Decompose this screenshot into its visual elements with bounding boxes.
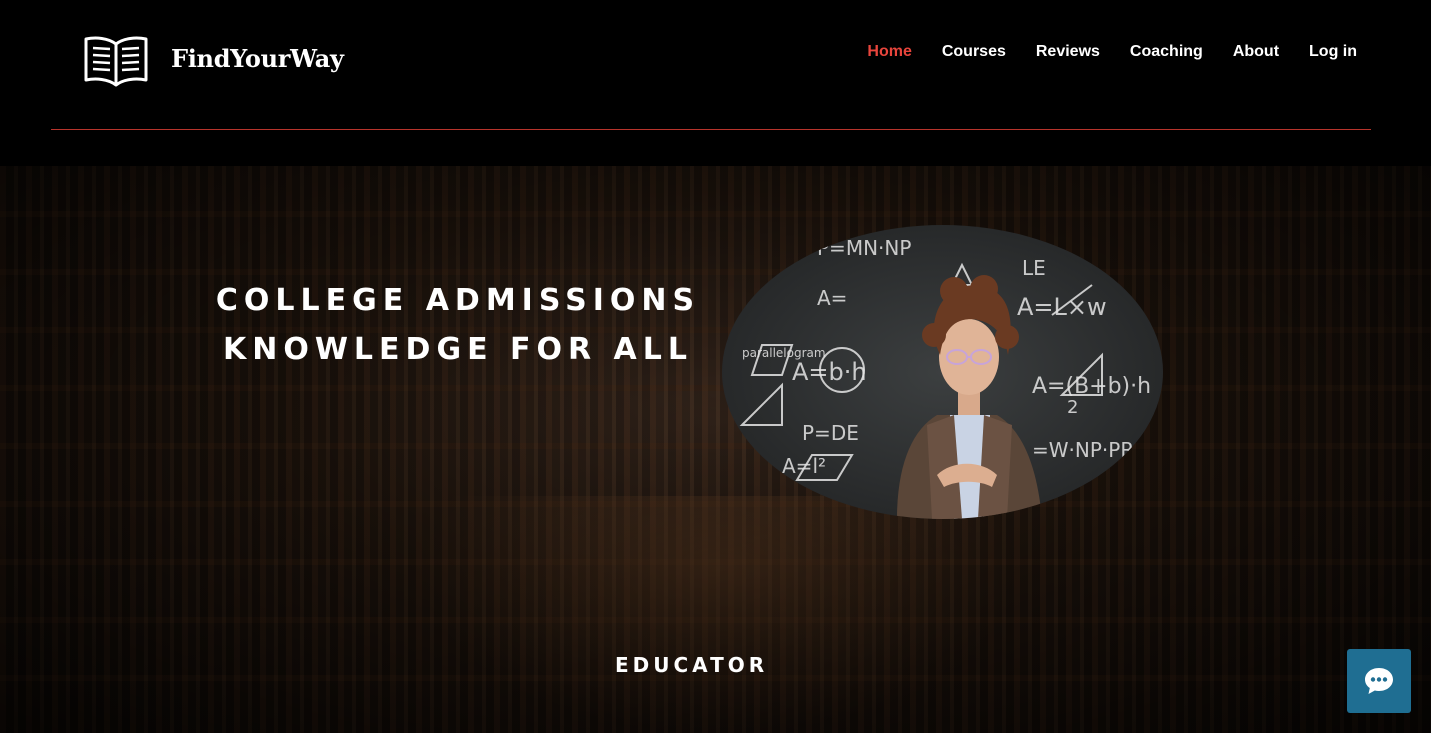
hero-subheading: EDUCATOR — [615, 653, 769, 677]
site-header: FindYourWay Home Courses Reviews Coachin… — [0, 0, 1431, 166]
svg-text:A=l²: A=l² — [782, 454, 826, 478]
svg-text:=W·NP·PR: =W·NP·PR — [1032, 438, 1134, 462]
headline-line-2: KNOWLEDGE FOR ALL — [222, 332, 693, 367]
svg-text:LE: LE — [1022, 256, 1046, 280]
brand-name[interactable]: FindYourWay — [171, 44, 344, 73]
chat-bubble-icon — [1365, 668, 1393, 694]
svg-text:2: 2 — [1067, 397, 1078, 418]
svg-text:A=(B+b)·h: A=(B+b)·h — [1032, 374, 1151, 399]
logo[interactable]: FindYourWay — [82, 34, 344, 88]
chat-widget-button[interactable] — [1347, 649, 1411, 713]
headline-line-1: COLLEGE ADMISSIONS — [215, 283, 701, 318]
svg-text:A=b·h: A=b·h — [792, 358, 867, 386]
nav-login[interactable]: Log in — [1309, 43, 1357, 61]
nav-coaching[interactable]: Coaching — [1130, 43, 1203, 61]
nav-home[interactable]: Home — [867, 43, 911, 61]
educator-at-chalkboard-image: P=MN·NP A= A=b·h parallelogram P=DE A=l²… — [722, 225, 1163, 519]
svg-text:A=L×w: A=L×w — [1017, 293, 1107, 321]
open-book-icon — [84, 36, 148, 87]
hero-headline: COLLEGE ADMISSIONS KNOWLEDGE FOR ALL — [200, 276, 716, 374]
nav-courses[interactable]: Courses — [942, 43, 1006, 61]
svg-text:P=DE: P=DE — [802, 421, 859, 445]
svg-text:parallelogram: parallelogram — [742, 346, 826, 360]
svg-text:A=: A= — [817, 286, 847, 310]
header-divider — [51, 129, 1371, 130]
nav-about[interactable]: About — [1233, 43, 1279, 61]
main-nav: Home Courses Reviews Coaching About Log … — [867, 43, 1357, 61]
hero-overlay — [0, 166, 1431, 733]
nav-reviews[interactable]: Reviews — [1036, 43, 1100, 61]
hero-section: COLLEGE ADMISSIONS KNOWLEDGE FOR ALL P=M… — [0, 166, 1431, 733]
